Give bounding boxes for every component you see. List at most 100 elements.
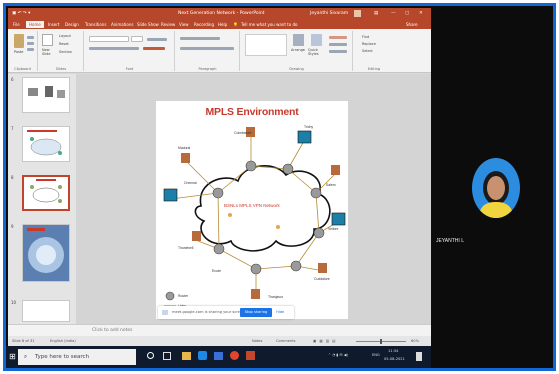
- tab-animations[interactable]: Animations: [111, 22, 133, 27]
- slide-thumbnail-7[interactable]: [22, 126, 70, 162]
- slide-count: Slide 8 of 31: [12, 339, 35, 343]
- reset-button[interactable]: Reset: [59, 42, 69, 46]
- user-avatar[interactable]: [354, 10, 361, 17]
- comments-toggle[interactable]: Comments: [276, 339, 295, 343]
- tab-design[interactable]: Design: [65, 22, 79, 27]
- cut-icon[interactable]: [27, 36, 34, 39]
- search-icon: ⌕: [24, 354, 28, 360]
- thumb-6-graphic: [28, 86, 65, 98]
- city-tirunelveli: Tirunelveli: [178, 246, 194, 250]
- tab-recording[interactable]: Recording: [194, 22, 214, 27]
- close-icon[interactable]: ✕: [419, 11, 423, 16]
- align-buttons[interactable]: [180, 47, 234, 50]
- tell-me-input[interactable]: Tell me what you want to do: [241, 22, 297, 27]
- tab-review[interactable]: Review: [161, 22, 175, 27]
- slide-thumbnail-10[interactable]: [22, 300, 70, 322]
- font-style-buttons[interactable]: [89, 47, 139, 50]
- paste-label[interactable]: Paste: [14, 50, 23, 54]
- quick-styles-label[interactable]: Quick Styles: [308, 48, 324, 56]
- city-chennai: Chennai: [184, 181, 197, 185]
- notes-placeholder[interactable]: Click to add notes: [92, 328, 133, 333]
- notes-pane[interactable]: Click to add notes: [8, 324, 431, 336]
- lang-indicator[interactable]: ENG: [372, 353, 380, 357]
- clock-time[interactable]: 11:34: [388, 349, 398, 353]
- file-explorer-icon[interactable]: [182, 352, 191, 360]
- new-slide-icon[interactable]: [42, 34, 53, 46]
- edge-icon[interactable]: [198, 351, 207, 360]
- tray-icons[interactable]: ⌃ ◔ ▮ ✉ ◀): [328, 353, 348, 357]
- font-group: Font: [85, 31, 175, 71]
- tab-help[interactable]: Help: [218, 22, 227, 27]
- zoom-thumb[interactable]: [380, 339, 382, 344]
- copy-icon[interactable]: [27, 42, 34, 45]
- find-button[interactable]: Find: [362, 35, 369, 39]
- tab-view[interactable]: View: [179, 22, 189, 27]
- select-button[interactable]: Select: [362, 49, 373, 53]
- powerpoint-window: ▣ ↶ ↷ ▾ Next Generation Network - PowerP…: [8, 8, 431, 346]
- section-button[interactable]: Section: [59, 50, 72, 54]
- new-slide-label[interactable]: New Slide: [42, 48, 56, 56]
- tab-transitions[interactable]: Transitions: [85, 22, 106, 27]
- paste-icon[interactable]: [14, 34, 24, 48]
- city-thanjavur: Thanjavur: [268, 295, 284, 299]
- arrange-icon[interactable]: [293, 34, 304, 46]
- font-grow-icons[interactable]: [147, 38, 167, 41]
- ribbon-display-icon[interactable]: ▤: [374, 11, 378, 16]
- quick-styles-icon[interactable]: [311, 34, 322, 46]
- language-status[interactable]: English (India): [50, 339, 76, 343]
- maximize-icon[interactable]: ▢: [405, 11, 409, 16]
- store-icon[interactable]: [214, 352, 223, 360]
- shape-effects-button[interactable]: [329, 50, 347, 53]
- clock-date[interactable]: 05-08-2021: [384, 357, 405, 361]
- slide-thumbnail-6[interactable]: [22, 77, 70, 113]
- replace-button[interactable]: Replace: [362, 42, 376, 46]
- taskbar-search[interactable]: ⌕ Type here to search: [18, 349, 136, 365]
- windows-taskbar: ⊞ ⌕ Type here to search ⌃ ◔ ▮ ✉ ◀) ENG 1…: [6, 346, 431, 368]
- layout-button[interactable]: Layout: [59, 34, 71, 38]
- tab-file[interactable]: File: [13, 22, 20, 27]
- hide-button[interactable]: Hide: [276, 310, 284, 314]
- ribbon-tabs: File Home Insert Design Transitions Anim…: [8, 20, 431, 29]
- font-label: Font: [125, 67, 134, 71]
- thumb-8-graphic: [30, 179, 62, 203]
- task-view-icon[interactable]: [163, 352, 171, 360]
- tab-slide-show[interactable]: Slide Show: [137, 22, 159, 27]
- ribbon-home: Paste Clipboard New Slide Layout Reset S…: [8, 29, 431, 73]
- zoom-level[interactable]: 60%: [411, 339, 419, 343]
- font-size-select[interactable]: [131, 36, 143, 42]
- city-erode: Erode: [212, 269, 222, 273]
- slide-thumbnail-9[interactable]: [22, 224, 70, 282]
- cortana-icon[interactable]: [147, 352, 154, 359]
- tab-insert[interactable]: Insert: [48, 22, 59, 27]
- share-button[interactable]: Share: [406, 22, 418, 27]
- start-icon[interactable]: ⊞: [9, 352, 16, 361]
- legend-router: Router: [178, 294, 189, 298]
- notification-icon[interactable]: [416, 352, 422, 361]
- list-buttons[interactable]: [180, 37, 220, 40]
- tab-home[interactable]: Home: [26, 21, 44, 28]
- city-coimbatore: Coimbatore: [234, 131, 252, 135]
- share-message: meet.google.com is sharing your screen.: [172, 310, 246, 314]
- arrange-label[interactable]: Arrange: [291, 48, 305, 52]
- shape-outline-button[interactable]: [329, 43, 347, 46]
- thumb-number: 10: [11, 300, 17, 305]
- powerpoint-taskbar-icon[interactable]: [246, 351, 255, 360]
- quick-access-icons[interactable]: ▣ ↶ ↷ ▾: [12, 11, 30, 16]
- font-color-button[interactable]: [143, 47, 165, 50]
- format-painter-icon[interactable]: [27, 48, 34, 51]
- editing-group: Find Replace Select Editing: [354, 31, 394, 71]
- slide-thumbnail-8[interactable]: [22, 175, 70, 211]
- notes-toggle[interactable]: Notes: [252, 339, 262, 343]
- shapes-gallery[interactable]: [245, 34, 287, 56]
- share-window-icon: [162, 310, 168, 315]
- slides-group: New Slide Layout Reset Section Slides: [39, 31, 84, 71]
- participant-photo: [478, 171, 514, 218]
- chrome-icon[interactable]: [230, 351, 239, 360]
- font-family-select[interactable]: [89, 36, 129, 42]
- stop-sharing-button[interactable]: Stop sharing: [240, 308, 272, 317]
- minimize-icon[interactable]: —: [391, 11, 396, 16]
- current-slide[interactable]: MPLS Environment Coimbatore Trichy Madur…: [156, 101, 348, 319]
- view-buttons[interactable]: ▣▦▥▤: [313, 339, 339, 343]
- shape-fill-button[interactable]: [329, 36, 347, 39]
- participant-video: [472, 158, 520, 218]
